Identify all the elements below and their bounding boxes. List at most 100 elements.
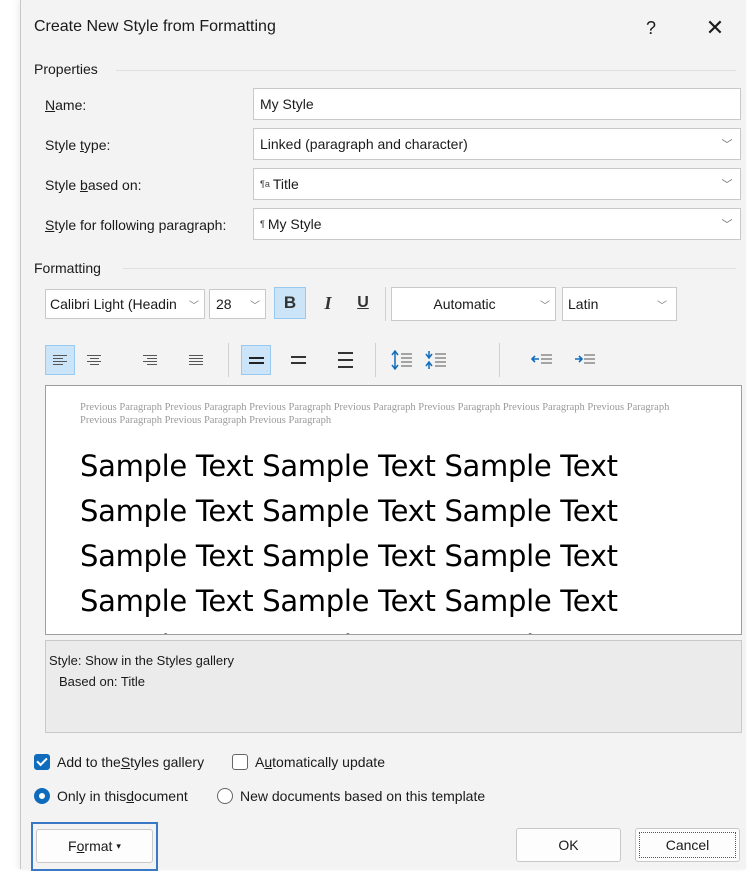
format-label-text: rmat bbox=[84, 838, 113, 854]
decrease-indent-button[interactable] bbox=[527, 345, 557, 375]
sample-text: Sample Text Sample Text Sample Text Samp… bbox=[80, 444, 730, 634]
description-line: Style: Show in the Styles gallery bbox=[49, 653, 234, 668]
only-doc-accel: d bbox=[126, 788, 135, 804]
add-to-gallery-checkbox[interactable]: Add to the Styles gallery bbox=[34, 754, 204, 770]
toolbar-separator bbox=[375, 343, 376, 377]
help-button[interactable]: ? bbox=[629, 10, 673, 46]
auto-update-pre: A bbox=[255, 754, 265, 770]
align-left-icon bbox=[53, 355, 67, 365]
bold-button[interactable]: B bbox=[274, 287, 306, 319]
auto-update-checkbox[interactable]: Au tomatically update bbox=[232, 754, 385, 770]
font-name-select[interactable]: Calibri Light (Headin ﹀ bbox=[45, 289, 205, 319]
sample-line: Sample Text Sample Text Sample Text bbox=[80, 539, 618, 573]
toolbar-separator bbox=[499, 343, 500, 377]
style-preview: Previous Paragraph Previous Paragraph Pr… bbox=[45, 385, 742, 635]
following-paragraph-select[interactable]: ¶ My Style ﹀ bbox=[253, 208, 741, 240]
radio-unselected-icon[interactable] bbox=[217, 788, 233, 804]
style-type-value: Linked (paragraph and character) bbox=[260, 136, 468, 152]
decrease-spacing-before-button[interactable] bbox=[421, 345, 451, 375]
following-paragraph-label: Style for following paragraph: bbox=[45, 217, 226, 233]
add-gallery-pre: Add to the bbox=[57, 754, 121, 770]
toolbar-separator bbox=[228, 343, 229, 377]
align-right-icon bbox=[143, 355, 157, 365]
chevron-down-icon[interactable]: ﹀ bbox=[245, 290, 265, 318]
align-center-button[interactable] bbox=[79, 345, 109, 375]
chevron-down-icon[interactable]: ﹀ bbox=[714, 169, 740, 199]
font-size-value: 28 bbox=[216, 296, 232, 312]
format-label-accel: o bbox=[76, 838, 85, 854]
align-center-icon bbox=[87, 355, 101, 365]
cancel-button[interactable]: Cancel bbox=[635, 828, 740, 862]
dialog-title: Create New Style from Formatting bbox=[34, 18, 276, 35]
chevron-down-icon[interactable]: ﹀ bbox=[648, 288, 676, 320]
linked-style-icon: ¶a bbox=[260, 179, 270, 189]
name-value: My Style bbox=[260, 96, 314, 112]
spacing-increase-icon bbox=[391, 350, 412, 370]
single-spacing-button[interactable] bbox=[241, 345, 271, 375]
chevron-down-icon[interactable]: ﹀ bbox=[535, 288, 555, 320]
format-label-pre: F bbox=[68, 838, 77, 854]
script-value: Latin bbox=[568, 296, 599, 312]
close-button[interactable]: ✕ bbox=[693, 10, 737, 46]
chevron-down-icon[interactable]: ﹀ bbox=[184, 290, 204, 318]
justify-button[interactable] bbox=[181, 345, 211, 375]
underline-button[interactable]: U bbox=[347, 287, 379, 319]
double-spacing-button[interactable] bbox=[330, 345, 360, 375]
auto-update-text: tomatically update bbox=[272, 754, 385, 770]
add-gallery-accel: S bbox=[120, 754, 131, 770]
font-color-select[interactable]: Automatic ﹀ bbox=[391, 287, 556, 321]
radio-selected-icon[interactable] bbox=[34, 788, 50, 804]
create-style-dialog: Create New Style from Formatting ? ✕ Pro… bbox=[20, 0, 746, 871]
based-on-label-pre: Style bbox=[45, 177, 81, 193]
chevron-down-icon[interactable]: ﹀ bbox=[714, 129, 740, 159]
one-half-spacing-button[interactable] bbox=[283, 345, 313, 375]
justify-icon bbox=[189, 355, 203, 365]
new-documents-radio[interactable]: New documents based on this template bbox=[217, 788, 485, 804]
based-on-value: Title bbox=[272, 176, 299, 192]
double-spacing-icon bbox=[337, 352, 353, 368]
new-docs-label: New documents based on this template bbox=[240, 788, 486, 804]
formatting-divider bbox=[123, 268, 736, 269]
sample-line: Sample Text Sample Text Sample Text bbox=[80, 624, 730, 634]
font-name-value: Calibri Light (Headin bbox=[50, 296, 177, 312]
only-doc-text: ocument bbox=[134, 788, 188, 804]
chevron-down-icon[interactable]: ﹀ bbox=[714, 209, 740, 239]
formatting-header: Formatting bbox=[34, 260, 101, 276]
checkbox-checked-icon[interactable] bbox=[34, 754, 50, 770]
based-on-label-text: ased on: bbox=[87, 177, 142, 193]
decrease-indent-icon bbox=[531, 354, 552, 364]
style-description: Style: Show in the Styles gallery Based … bbox=[45, 640, 742, 733]
checkbox-unchecked-icon[interactable] bbox=[232, 754, 248, 770]
only-this-document-radio[interactable]: Only in this d ocument bbox=[34, 788, 188, 804]
sample-line: Sample Text Sample Text Sample Text bbox=[80, 584, 618, 618]
following-label-accel: S bbox=[45, 217, 55, 233]
style-type-label: Style type: bbox=[45, 137, 110, 153]
following-paragraph-value: My Style bbox=[267, 216, 322, 232]
increase-indent-button[interactable] bbox=[570, 345, 600, 375]
align-left-button[interactable] bbox=[45, 345, 75, 375]
name-label-accel: N bbox=[45, 97, 56, 113]
font-size-select[interactable]: 28 ﹀ bbox=[209, 289, 266, 319]
increase-spacing-before-button[interactable] bbox=[387, 345, 417, 375]
font-color-value: Automatic bbox=[433, 296, 496, 312]
previous-paragraph-text: Previous Paragraph Previous Paragraph Pr… bbox=[80, 402, 670, 426]
based-on-label-accel: b bbox=[80, 177, 88, 193]
one-half-spacing-icon bbox=[290, 356, 306, 364]
script-select[interactable]: Latin ﹀ bbox=[562, 287, 677, 321]
style-type-select[interactable]: Linked (paragraph and character) ﹀ bbox=[253, 128, 741, 160]
name-label-text: ame: bbox=[55, 97, 87, 113]
properties-header: Properties bbox=[34, 61, 98, 77]
only-doc-pre: Only in this bbox=[57, 788, 127, 804]
auto-update-accel: u bbox=[264, 754, 273, 770]
based-on-select[interactable]: ¶a Title ﹀ bbox=[253, 168, 741, 200]
toolbar-separator bbox=[385, 287, 386, 321]
following-label-text: tyle for following paragraph: bbox=[54, 217, 227, 233]
format-button[interactable]: Fo rmat ▾ bbox=[36, 829, 153, 863]
name-input[interactable]: My Style bbox=[253, 88, 741, 120]
align-right-button[interactable] bbox=[135, 345, 165, 375]
dropdown-arrow-icon: ▾ bbox=[116, 840, 121, 851]
add-gallery-text: tyles gallery bbox=[130, 754, 205, 770]
italic-button[interactable]: I bbox=[312, 287, 344, 319]
ok-button[interactable]: OK bbox=[516, 828, 621, 862]
paragraph-style-icon: ¶ bbox=[260, 219, 265, 229]
